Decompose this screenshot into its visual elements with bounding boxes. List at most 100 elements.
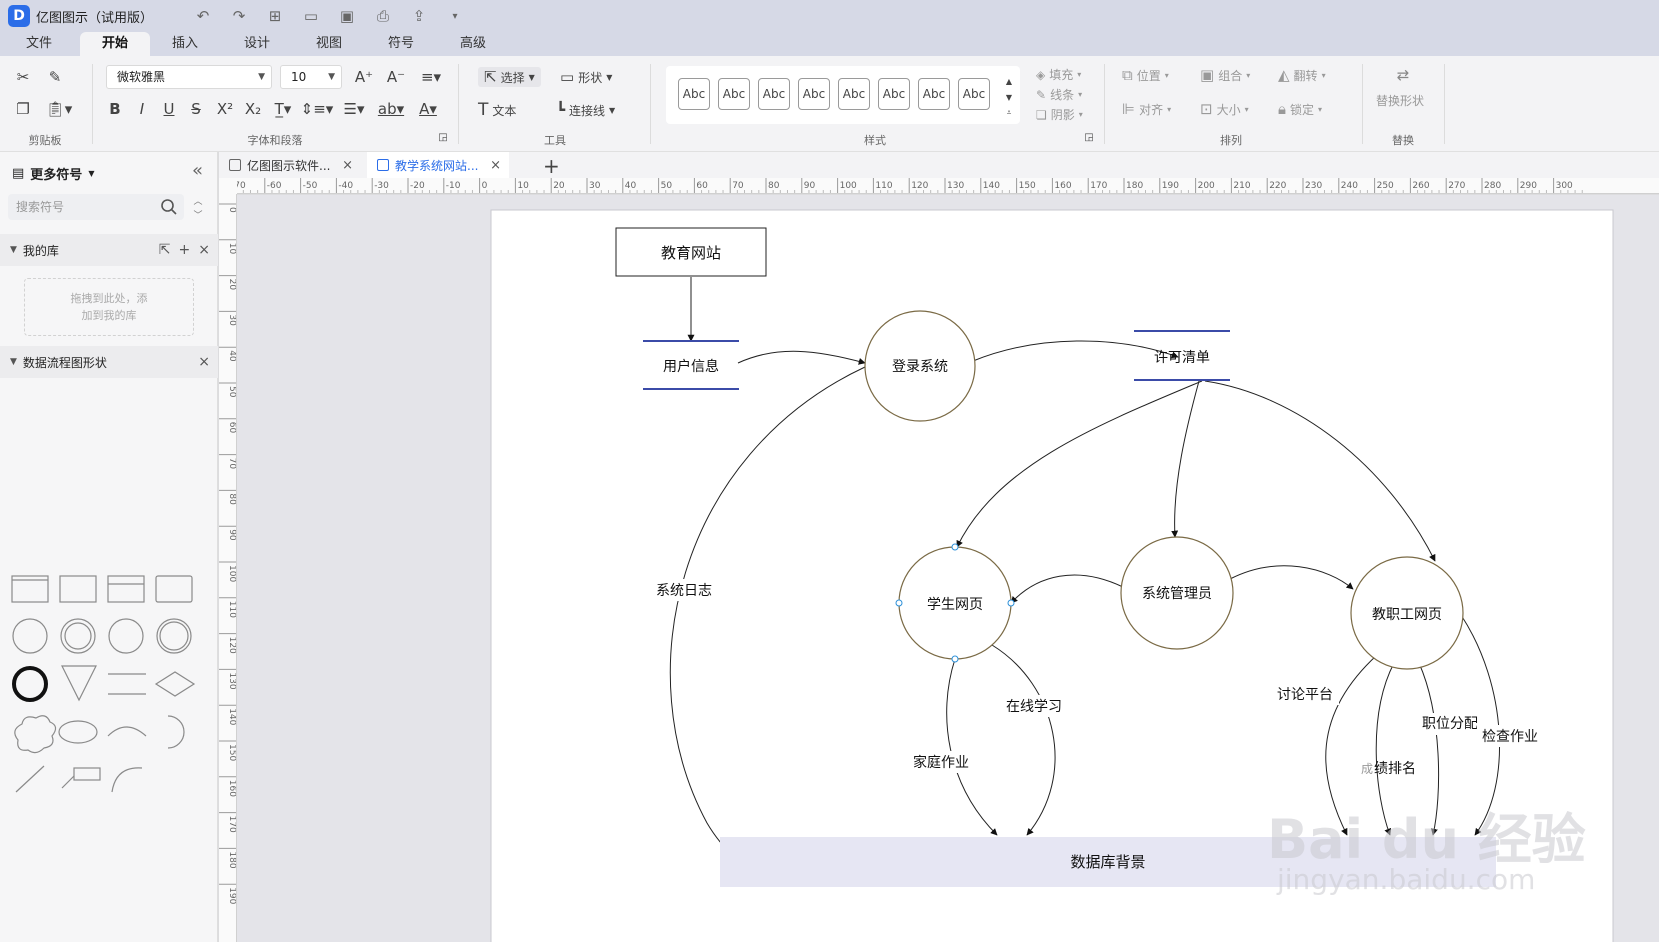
size-button[interactable]: ⊡ 大小 ▾ xyxy=(1200,100,1249,118)
fill-button[interactable]: ◈ 填充 ▾ xyxy=(1036,66,1081,83)
cut-icon[interactable]: ✂ xyxy=(12,66,34,88)
shape-ellipse[interactable] xyxy=(58,720,98,744)
font-color-icon[interactable]: A▾ xyxy=(414,98,442,120)
text-case-icon[interactable]: T̲▾ xyxy=(270,98,296,120)
format-painter-icon[interactable]: ✎ xyxy=(44,66,66,88)
bold-icon[interactable]: B xyxy=(106,98,124,120)
selection-handle[interactable] xyxy=(951,655,959,663)
shape-half-circle[interactable] xyxy=(167,715,185,749)
close-icon[interactable]: × xyxy=(490,158,501,173)
doc-tab-2[interactable]: 教学系统网站... × xyxy=(367,152,509,178)
style-swatch-2[interactable]: Abc xyxy=(718,78,750,110)
shape-data-store[interactable] xyxy=(108,673,146,695)
shape-arc[interactable] xyxy=(107,726,147,737)
shape-ring-circle[interactable] xyxy=(156,618,192,654)
shape-double-circle[interactable] xyxy=(60,618,96,654)
text-align-icon[interactable]: ≡▾ xyxy=(416,66,446,88)
redo-icon[interactable]: ↷ xyxy=(229,7,249,25)
shape-circle[interactable] xyxy=(12,618,48,654)
style-swatch-6[interactable]: Abc xyxy=(878,78,910,110)
font-family-select[interactable]: 微软雅黑 ▼ xyxy=(106,65,272,89)
highlight-icon[interactable]: ab▾ xyxy=(376,98,406,120)
replace-shape-button[interactable]: 替换形状 xyxy=(1376,92,1424,109)
selection-handle[interactable] xyxy=(895,599,903,607)
shape-diamond[interactable] xyxy=(154,671,196,697)
scroll-up-icon[interactable]: ︿ xyxy=(190,194,206,207)
select-tool-button[interactable]: ⇱ 选择 ▼ xyxy=(478,67,541,87)
shape-triangle[interactable] xyxy=(61,665,97,702)
strikethrough-icon[interactable]: S xyxy=(187,98,205,120)
import-icon[interactable]: ⇱ xyxy=(159,242,171,258)
dialog-launcher-icon[interactable]: ◲ xyxy=(1082,126,1096,148)
line-button[interactable]: ✎ 线条 ▾ xyxy=(1036,86,1082,103)
text-tool-button[interactable]: T 文本 xyxy=(478,100,516,120)
connector-tool-button[interactable]: ┗ 连接线 ▼ xyxy=(556,100,615,120)
tab-file[interactable]: 文件 xyxy=(14,32,64,56)
search-icon[interactable] xyxy=(160,198,178,216)
shape-cloud[interactable] xyxy=(14,715,57,754)
font-size-select[interactable]: 10 ▼ xyxy=(280,65,342,89)
tab-symbol[interactable]: 符号 xyxy=(376,32,426,56)
my-library-drop-zone[interactable]: 拖拽到此处，添 加到我的库 xyxy=(24,278,194,336)
scroll-down-icon[interactable]: ﹀ xyxy=(190,208,206,221)
save-icon[interactable]: ▣ xyxy=(337,7,357,25)
my-library-header[interactable]: ▼ 我的库 ⇱ + × xyxy=(0,234,218,266)
close-icon[interactable]: × xyxy=(342,158,353,173)
tab-home[interactable]: 开始 xyxy=(80,32,150,56)
style-swatch-8[interactable]: Abc xyxy=(958,78,990,110)
shape-tool-button[interactable]: ▭ 形状 ▼ xyxy=(560,67,612,87)
shape-line[interactable] xyxy=(15,765,45,793)
superscript-icon[interactable]: X² xyxy=(214,98,236,120)
new-file-icon[interactable]: ⊞ xyxy=(265,7,285,25)
shape-entity[interactable] xyxy=(11,575,49,603)
shadow-button[interactable]: ❏ 阴影 ▾ xyxy=(1036,106,1083,123)
lock-button[interactable]: 🔒︎ 锁定 ▾ xyxy=(1278,100,1322,118)
bullet-list-icon[interactable]: ☰▾ xyxy=(340,98,368,120)
paste-icon[interactable]: 📋︎▾ xyxy=(44,98,74,120)
selection-handle[interactable] xyxy=(951,543,959,551)
undo-icon[interactable]: ↶ xyxy=(193,7,213,25)
tab-advanced[interactable]: 高级 xyxy=(448,32,498,56)
dialog-launcher-icon[interactable]: ◲ xyxy=(436,126,450,148)
replace-shape-icon[interactable]: ⇄ xyxy=(1388,64,1418,86)
close-icon[interactable]: × xyxy=(198,354,210,370)
shape-rounded-rectangle[interactable] xyxy=(155,575,193,603)
expand-gallery-icon[interactable]: ⩡ xyxy=(1002,102,1016,124)
dfd-library-header[interactable]: ▼ 数据流程图形状 × xyxy=(0,346,218,378)
tab-insert[interactable]: 插入 xyxy=(160,32,210,56)
print-icon[interactable]: ⎙ xyxy=(373,7,393,25)
style-swatch-4[interactable]: Abc xyxy=(798,78,830,110)
group-button[interactable]: ▣ 组合 ▾ xyxy=(1200,66,1250,84)
drawing-canvas[interactable]: 教育网站 用户信息 许可清单 登录系统 学生网页 系统管理员 教职工网页 数据库… xyxy=(237,195,1659,942)
position-button[interactable]: ⧉ 位置 ▾ xyxy=(1122,66,1169,84)
add-icon[interactable]: + xyxy=(179,242,191,258)
style-swatch-5[interactable]: Abc xyxy=(838,78,870,110)
line-spacing-icon[interactable]: ⇕≡▾ xyxy=(301,98,334,120)
style-swatch-3[interactable]: Abc xyxy=(758,78,790,110)
tab-view[interactable]: 视图 xyxy=(304,32,354,56)
export-icon[interactable]: ⇪ xyxy=(409,7,429,25)
close-icon[interactable]: × xyxy=(198,242,210,258)
add-tab-icon[interactable]: + xyxy=(543,154,560,178)
subscript-icon[interactable]: X₂ xyxy=(242,98,264,120)
customize-chevron-icon[interactable]: ▾ xyxy=(445,11,465,22)
shape-callout[interactable] xyxy=(61,767,101,789)
style-swatch-1[interactable]: Abc xyxy=(678,78,710,110)
underline-icon[interactable]: U xyxy=(160,98,178,120)
increase-font-icon[interactable]: A⁺ xyxy=(352,66,376,88)
shape-process-circle[interactable] xyxy=(108,618,144,654)
more-symbols-header[interactable]: ▤ 更多符号 ▼ xyxy=(12,164,94,183)
shape-header-rectangle[interactable] xyxy=(107,575,145,603)
copy-icon[interactable]: ❐ xyxy=(12,98,34,120)
selection-handle[interactable] xyxy=(1007,599,1015,607)
symbol-search-input[interactable] xyxy=(8,194,184,220)
shape-rectangle[interactable] xyxy=(59,575,97,603)
flip-button[interactable]: ◭ 翻转 ▾ xyxy=(1278,66,1326,84)
align-button[interactable]: ⊫ 对齐 ▾ xyxy=(1122,100,1171,118)
decrease-font-icon[interactable]: A⁻ xyxy=(384,66,408,88)
tab-design[interactable]: 设计 xyxy=(232,32,282,56)
doc-tab-1[interactable]: 亿图图示软件... × xyxy=(219,152,361,178)
italic-icon[interactable]: I xyxy=(133,98,151,120)
shape-curve[interactable] xyxy=(111,767,143,793)
shape-bold-circle[interactable] xyxy=(12,666,48,702)
